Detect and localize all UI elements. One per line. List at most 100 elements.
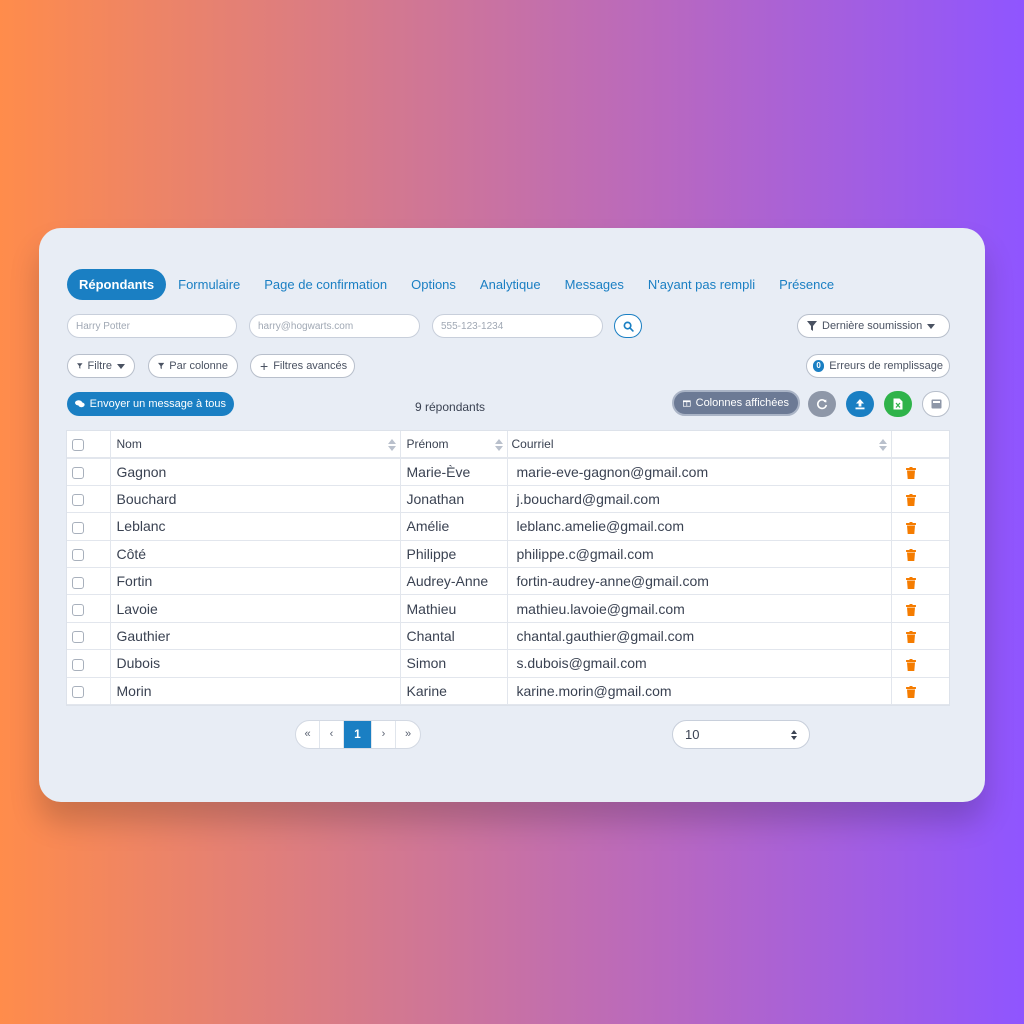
first-name-cell: Audrey-Anne — [400, 567, 508, 596]
email-cell: marie-eve-gagnon@gmail.com — [507, 458, 892, 486]
email-cell: fortin-audrey-anne@gmail.com — [507, 567, 892, 596]
row-select-cell — [67, 485, 111, 514]
trash-icon[interactable] — [905, 521, 916, 534]
name-cell: Gauthier — [110, 622, 401, 651]
export-excel-button[interactable] — [884, 391, 912, 417]
error-count-badge: 0 — [813, 360, 825, 372]
trash-icon[interactable] — [905, 658, 916, 671]
table-row: Leblanc Amélie leblanc.amelie@gmail.com — [67, 512, 949, 541]
advanced-filters-label: Filtres avancés — [273, 360, 348, 372]
sort-icon — [878, 439, 887, 451]
pagination: « ‹ 1 › » — [295, 720, 421, 749]
page-size-select[interactable]: 10 — [672, 720, 810, 749]
last-page-button[interactable]: » — [396, 721, 420, 748]
table-row: Fortin Audrey-Anne fortin-audrey-anne@gmai… — [67, 567, 949, 596]
phone-search-input[interactable] — [432, 314, 603, 338]
email-cell: leblanc.amelie@gmail.com — [507, 512, 892, 541]
first-page-button[interactable]: « — [296, 721, 320, 748]
tab-nayant-pas-rempli[interactable]: N'ayant pas rempli — [636, 269, 767, 300]
select-all-checkbox[interactable] — [72, 438, 84, 451]
first-name-cell: Mathieu — [400, 594, 508, 623]
search-button[interactable] — [614, 314, 642, 338]
email-cell: j.bouchard@gmail.com — [507, 485, 892, 514]
select-arrows-icon — [791, 730, 799, 740]
first-name-cell: Philippe — [400, 540, 508, 569]
tab-bar: Répondants Formulaire Page de confirmati… — [67, 269, 846, 300]
next-page-button[interactable]: › — [372, 721, 396, 748]
upload-button[interactable] — [846, 391, 874, 417]
tab-formulaire[interactable]: Formulaire — [166, 269, 252, 300]
tab-messages[interactable]: Messages — [553, 269, 636, 300]
name-cell: Lavoie — [110, 594, 401, 623]
email-search-input[interactable] — [249, 314, 420, 338]
email-cell: philippe.c@gmail.com — [507, 540, 892, 569]
row-select-cell — [67, 594, 111, 623]
email-cell: karine.morin@gmail.com — [507, 677, 892, 706]
tab-repondants[interactable]: Répondants — [67, 269, 167, 300]
name-search-input[interactable] — [67, 314, 237, 338]
trash-icon[interactable] — [905, 603, 916, 616]
row-checkbox[interactable] — [72, 631, 84, 644]
trash-icon[interactable] — [905, 686, 916, 699]
first-name-cell: Marie-Ève — [400, 458, 508, 486]
row-checkbox[interactable] — [72, 494, 84, 507]
row-checkbox[interactable] — [72, 521, 84, 534]
trash-icon[interactable] — [905, 576, 916, 589]
fill-errors-button[interactable]: 0 Erreurs de remplissage — [806, 354, 950, 378]
name-cell: Morin — [110, 677, 401, 706]
displayed-columns-button[interactable]: Colonnes affichées — [672, 390, 800, 416]
tab-presence[interactable]: Présence — [767, 269, 846, 300]
column-header-name[interactable]: Nom — [110, 431, 401, 459]
first-name-cell: Amélie — [400, 512, 508, 541]
current-page-button[interactable]: 1 — [344, 721, 372, 748]
filter-dropdown[interactable]: Filtre — [67, 354, 135, 378]
row-select-cell — [67, 677, 111, 706]
first-name-cell: Karine — [400, 677, 508, 706]
table-row: Gauthier Chantal chantal.gauthier@gmail.co… — [67, 622, 949, 651]
sort-icon — [494, 439, 503, 451]
filter-icon — [807, 321, 817, 331]
row-checkbox[interactable] — [72, 467, 84, 480]
name-cell: Dubois — [110, 649, 401, 678]
sort-dropdown-label: Dernière soumission — [822, 320, 923, 332]
email-cell: mathieu.lavoie@gmail.com — [507, 594, 892, 623]
name-cell: Bouchard — [110, 485, 401, 514]
delete-cell — [891, 594, 949, 623]
advanced-filters-button[interactable]: + Filtres avancés — [250, 354, 355, 378]
row-checkbox[interactable] — [72, 603, 84, 616]
row-select-cell — [67, 567, 111, 596]
previous-page-button[interactable]: ‹ — [320, 721, 344, 748]
row-checkbox[interactable] — [72, 686, 84, 699]
message-all-button[interactable]: Envoyer un message à tous — [67, 392, 234, 416]
tab-page-de-confirmation[interactable]: Page de confirmation — [252, 269, 399, 300]
sort-dropdown[interactable]: Dernière soumission — [797, 314, 950, 338]
tab-analytique[interactable]: Analytique — [468, 269, 553, 300]
respondents-panel: Répondants Formulaire Page de confirmati… — [39, 228, 985, 802]
first-name-cell: Chantal — [400, 622, 508, 651]
by-column-button[interactable]: Par colonne — [148, 354, 238, 378]
row-checkbox[interactable] — [72, 658, 84, 671]
trash-icon[interactable] — [905, 467, 916, 480]
table-row: Lavoie Mathieu mathieu.lavoie@gmail.com — [67, 594, 949, 623]
refresh-button[interactable] — [808, 391, 836, 417]
delete-cell — [891, 567, 949, 596]
chevron-down-icon — [117, 363, 125, 369]
row-select-cell — [67, 649, 111, 678]
tab-options[interactable]: Options — [399, 269, 468, 300]
select-all-cell — [67, 431, 111, 459]
row-checkbox[interactable] — [72, 549, 84, 562]
row-checkbox[interactable] — [72, 576, 84, 589]
trash-icon[interactable] — [905, 631, 916, 644]
name-cell: Gagnon — [110, 458, 401, 486]
calculator-button[interactable] — [922, 391, 950, 417]
column-header-email[interactable]: Courriel — [507, 431, 892, 459]
row-select-cell — [67, 540, 111, 569]
delete-cell — [891, 512, 949, 541]
comments-icon — [75, 400, 85, 408]
column-header-first-name[interactable]: Prénom — [400, 431, 508, 459]
trash-icon[interactable] — [905, 494, 916, 507]
columns-icon — [683, 399, 691, 407]
table-row: Bouchard Jonathan j.bouchard@gmail.com — [67, 485, 949, 514]
trash-icon[interactable] — [905, 549, 916, 562]
email-cell: chantal.gauthier@gmail.com — [507, 622, 892, 651]
